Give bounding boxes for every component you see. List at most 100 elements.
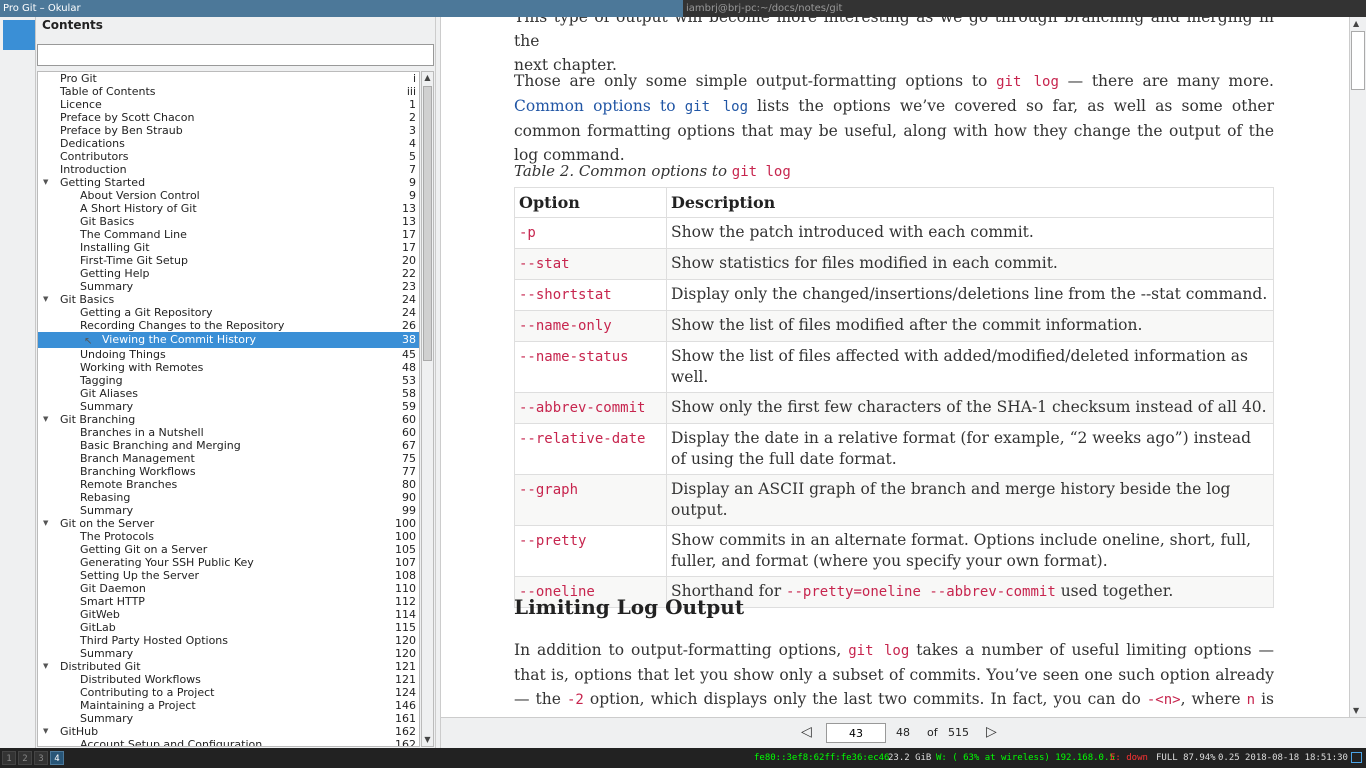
toc-item-page: 100 [395,530,416,543]
scroll-up-arrow-icon[interactable]: ▲ [1353,19,1359,28]
toc-item-label: Git Basics [80,215,135,228]
scroll-up-arrow-icon[interactable]: ▲ [422,72,433,84]
toc-item[interactable]: Getting a Git Repository 24 [38,306,419,319]
toc-item[interactable]: Table of Contents iii [38,85,419,98]
toc-item[interactable]: Introduction 7 [38,163,419,176]
toc-item[interactable]: Basic Branching and Merging 67 [38,439,419,452]
toc-item[interactable]: Summary 99 [38,504,419,517]
table-link[interactable]: Common options to git log [514,97,748,115]
toc-item[interactable]: Distributed Workflows 121 [38,673,419,686]
toc-item[interactable]: Branch Management 75 [38,452,419,465]
toc-item-page: i [412,72,416,85]
toc-item[interactable]: Dedications 4 [38,137,419,150]
previous-page-icon[interactable]: ◁ [801,724,812,740]
toc-item[interactable]: Smart HTTP 112 [38,595,419,608]
ipv6-status: fe80::3ef8:62ff:fe36:ec46 [754,753,890,763]
toc-item[interactable]: Viewing the Commit History ↖ 38 [38,332,419,348]
toc-item-label: Contributors [60,150,129,163]
toc-item[interactable]: ▼ Git on the Server 100 [38,517,419,530]
toc-item[interactable]: Preface by Ben Straub 3 [38,124,419,137]
toc-item[interactable]: Summary 120 [38,647,419,660]
toc-item[interactable]: GitLab 115 [38,621,419,634]
toc-item[interactable]: ▼ GitHub 162 [38,725,419,738]
expand-arrow-icon[interactable]: ▼ [43,660,48,673]
contents-panel-toggle[interactable] [3,20,35,50]
table-row: --stat Show statistics for files modified… [514,248,1274,280]
document-page-view[interactable]: This type of output will become more int… [441,17,1349,717]
toc-item[interactable]: Third Party Hosted Options 120 [38,634,419,647]
toc-item-page: 120 [395,647,416,660]
expand-arrow-icon[interactable]: ▼ [43,725,48,738]
expand-arrow-icon[interactable]: ▼ [43,293,48,306]
toc-item-page: 114 [395,608,416,621]
toc-item[interactable]: Account Setup and Configuration 162 [38,738,419,746]
workspace-button[interactable]: 1 [2,751,16,765]
toc-item[interactable]: ▼ Git Branching 60 [38,413,419,426]
toc-item[interactable]: Summary 59 [38,400,419,413]
toc-item[interactable]: Pro Git i [38,72,419,85]
toc-item[interactable]: GitWeb 114 [38,608,419,621]
toc-item-page: 60 [402,426,416,439]
toc-item[interactable]: Installing Git 17 [38,241,419,254]
toc-item[interactable]: Summary 23 [38,280,419,293]
toc-item[interactable]: Summary 161 [38,712,419,725]
tray-icon[interactable] [1351,752,1362,763]
toc-item[interactable]: Contributors 5 [38,150,419,163]
toc-item[interactable]: Remote Branches 80 [38,478,419,491]
toc-item[interactable]: Maintaining a Project 146 [38,699,419,712]
toc-item[interactable]: Setting Up the Server 108 [38,569,419,582]
toc-item[interactable]: The Command Line 17 [38,228,419,241]
toc-scrollbar-thumb[interactable] [423,86,432,361]
toc-item-label: Pro Git [60,72,97,85]
toc-item[interactable]: Licence 1 [38,98,419,111]
toc-item-label: First-Time Git Setup [80,254,188,267]
toc-item[interactable]: Contributing to a Project 124 [38,686,419,699]
toc-item[interactable]: Getting Help 22 [38,267,419,280]
toc-item[interactable]: Working with Remotes 48 [38,361,419,374]
workspace-button[interactable]: 3 [34,751,48,765]
toc-item[interactable]: Rebasing 90 [38,491,419,504]
toc-item[interactable]: ▼ Git Basics 24 [38,293,419,306]
toc-item[interactable]: Preface by Scott Chacon 2 [38,111,419,124]
toc-item[interactable]: Branching Workflows 77 [38,465,419,478]
toc-search-input[interactable] [37,44,434,66]
expand-arrow-icon[interactable]: ▼ [43,517,48,530]
scroll-down-arrow-icon[interactable]: ▼ [422,734,433,746]
toc-item[interactable]: ▼ Getting Started 9 [38,176,419,189]
toc-item[interactable]: A Short History of Git 13 [38,202,419,215]
expand-arrow-icon[interactable]: ▼ [43,176,48,189]
inactive-window-title-bar[interactable]: iambrj@brj-pc:~/docs/notes/git [683,0,1366,17]
toc-item-page: 75 [402,452,416,465]
page-scrollbar-thumb[interactable] [1351,31,1365,90]
toc-item-label: Preface by Scott Chacon [60,111,195,124]
toc-scrollbar[interactable]: ▲ ▼ [421,71,434,747]
toc-item[interactable]: Undoing Things 45 [38,348,419,361]
toc-item-page: 9 [409,176,416,189]
toc-item-label: Summary [80,280,134,293]
toc-item-label: Distributed Workflows [80,673,201,686]
page-navigation-bar: ◁ 48 of 515 ▷ [441,717,1366,748]
next-page-icon[interactable]: ▷ [986,724,997,740]
toc-item[interactable]: Recording Changes to the Repository 26 [38,319,419,332]
total-pages-label: 515 [948,726,969,739]
scroll-down-arrow-icon[interactable]: ▼ [1353,706,1359,715]
paragraph-3: In addition to output-formatting options… [514,641,1274,717]
page-scrollbar[interactable]: ▲ ▼ [1349,17,1366,717]
workspace-button[interactable]: 2 [18,751,32,765]
toc-item[interactable]: The Protocols 100 [38,530,419,543]
toc-item[interactable]: Git Basics 13 [38,215,419,228]
toc-item[interactable]: Tagging 53 [38,374,419,387]
toc-item[interactable]: First-Time Git Setup 20 [38,254,419,267]
toc-item[interactable]: Generating Your SSH Public Key 107 [38,556,419,569]
toc-item[interactable]: ▼ Distributed Git 121 [38,660,419,673]
workspace-button-active[interactable]: 4 [50,751,64,765]
expand-arrow-icon[interactable]: ▼ [43,413,48,426]
toc-item-page: 38 [402,333,416,346]
toc-item[interactable]: About Version Control 9 [38,189,419,202]
window-title-bar[interactable]: Pro Git – Okular [0,0,683,17]
toc-item[interactable]: Branches in a Nutshell 60 [38,426,419,439]
toc-item[interactable]: Git Aliases 58 [38,387,419,400]
page-number-input[interactable] [826,723,886,743]
toc-item[interactable]: Getting Git on a Server 105 [38,543,419,556]
toc-item[interactable]: Git Daemon 110 [38,582,419,595]
